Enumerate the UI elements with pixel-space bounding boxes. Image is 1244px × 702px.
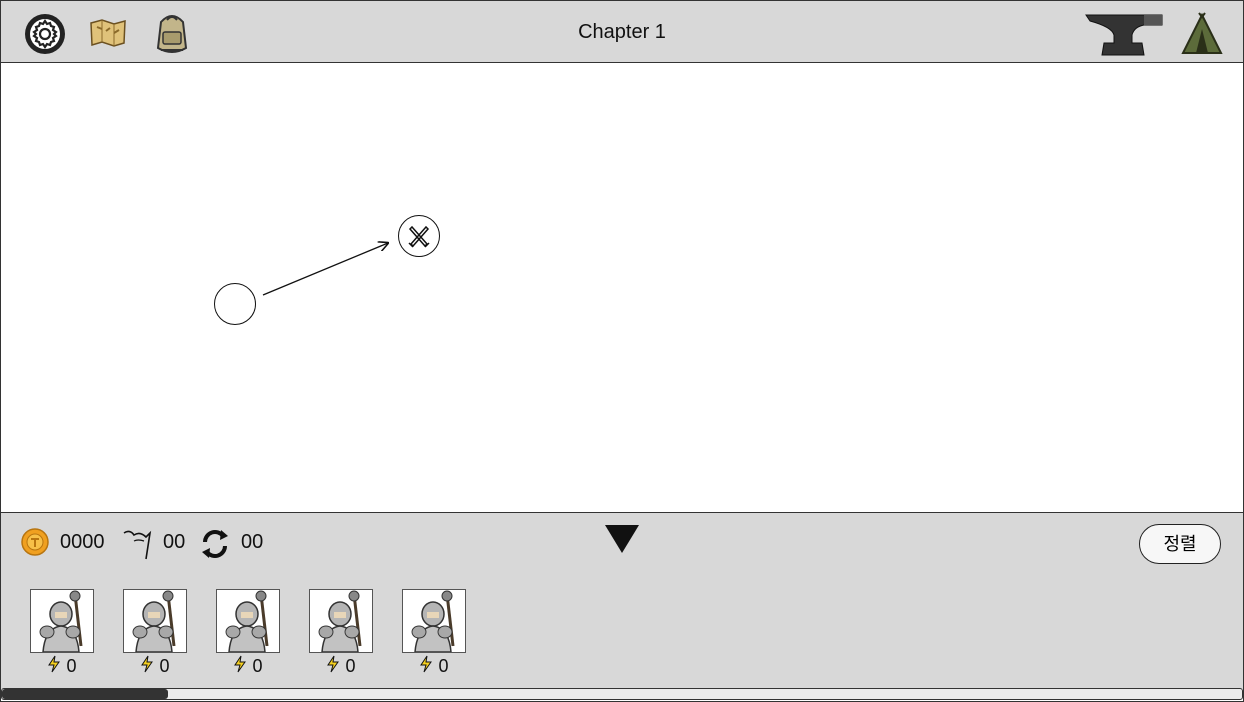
lightning-icon bbox=[326, 655, 340, 677]
knight-portrait bbox=[30, 589, 94, 653]
knight-portrait bbox=[309, 589, 373, 653]
sort-button[interactable]: 정렬 bbox=[1139, 524, 1221, 564]
status-bar: 0000 00 00 정렬 bbox=[1, 512, 1243, 576]
unit-card[interactable]: 0 bbox=[30, 589, 94, 676]
energy-stat: 0 bbox=[123, 655, 187, 678]
gold-count: 0000 bbox=[60, 531, 105, 553]
page-title: Chapter 1 bbox=[578, 21, 666, 43]
energy-value: 0 bbox=[66, 656, 77, 676]
unit-card[interactable]: 0 bbox=[309, 589, 373, 676]
energy-value: 0 bbox=[159, 656, 170, 676]
tent-icon[interactable] bbox=[1181, 11, 1223, 62]
energy-stat: 0 bbox=[402, 655, 466, 678]
unit-card[interactable]: 0 bbox=[402, 589, 466, 676]
scrollbar-thumb[interactable] bbox=[2, 689, 168, 699]
refresh-icon bbox=[199, 528, 231, 565]
lightning-icon bbox=[140, 655, 154, 677]
horizontal-scrollbar[interactable] bbox=[1, 688, 1243, 700]
flag-count: 00 bbox=[163, 531, 186, 553]
battle-node[interactable] bbox=[398, 215, 440, 257]
energy-value: 0 bbox=[345, 656, 356, 676]
top-bar: Chapter 1 bbox=[1, 1, 1243, 63]
unit-card[interactable]: 0 bbox=[123, 589, 187, 676]
knight-portrait bbox=[402, 589, 466, 653]
energy-stat: 0 bbox=[216, 655, 280, 678]
knight-portrait bbox=[123, 589, 187, 653]
lightning-icon bbox=[419, 655, 433, 677]
map-area bbox=[1, 63, 1243, 511]
lightning-icon bbox=[233, 655, 247, 677]
knight-portrait bbox=[216, 589, 280, 653]
energy-stat: 0 bbox=[30, 655, 94, 678]
start-node[interactable] bbox=[214, 283, 256, 325]
energy-value: 0 bbox=[252, 656, 263, 676]
lightning-icon bbox=[47, 655, 61, 677]
energy-value: 0 bbox=[438, 656, 449, 676]
gold-coin-icon bbox=[21, 528, 49, 561]
path-connector bbox=[262, 243, 388, 296]
crossed-swords-icon bbox=[408, 225, 430, 248]
flag-icon bbox=[122, 529, 154, 566]
collapse-toggle-button[interactable] bbox=[603, 523, 641, 560]
refresh-count: 00 bbox=[241, 531, 264, 553]
anvil-icon[interactable] bbox=[1084, 13, 1164, 62]
energy-stat: 0 bbox=[309, 655, 373, 678]
unit-card[interactable]: 0 bbox=[216, 589, 280, 676]
unit-tray: 0 0 0 0 0 bbox=[1, 575, 1243, 689]
